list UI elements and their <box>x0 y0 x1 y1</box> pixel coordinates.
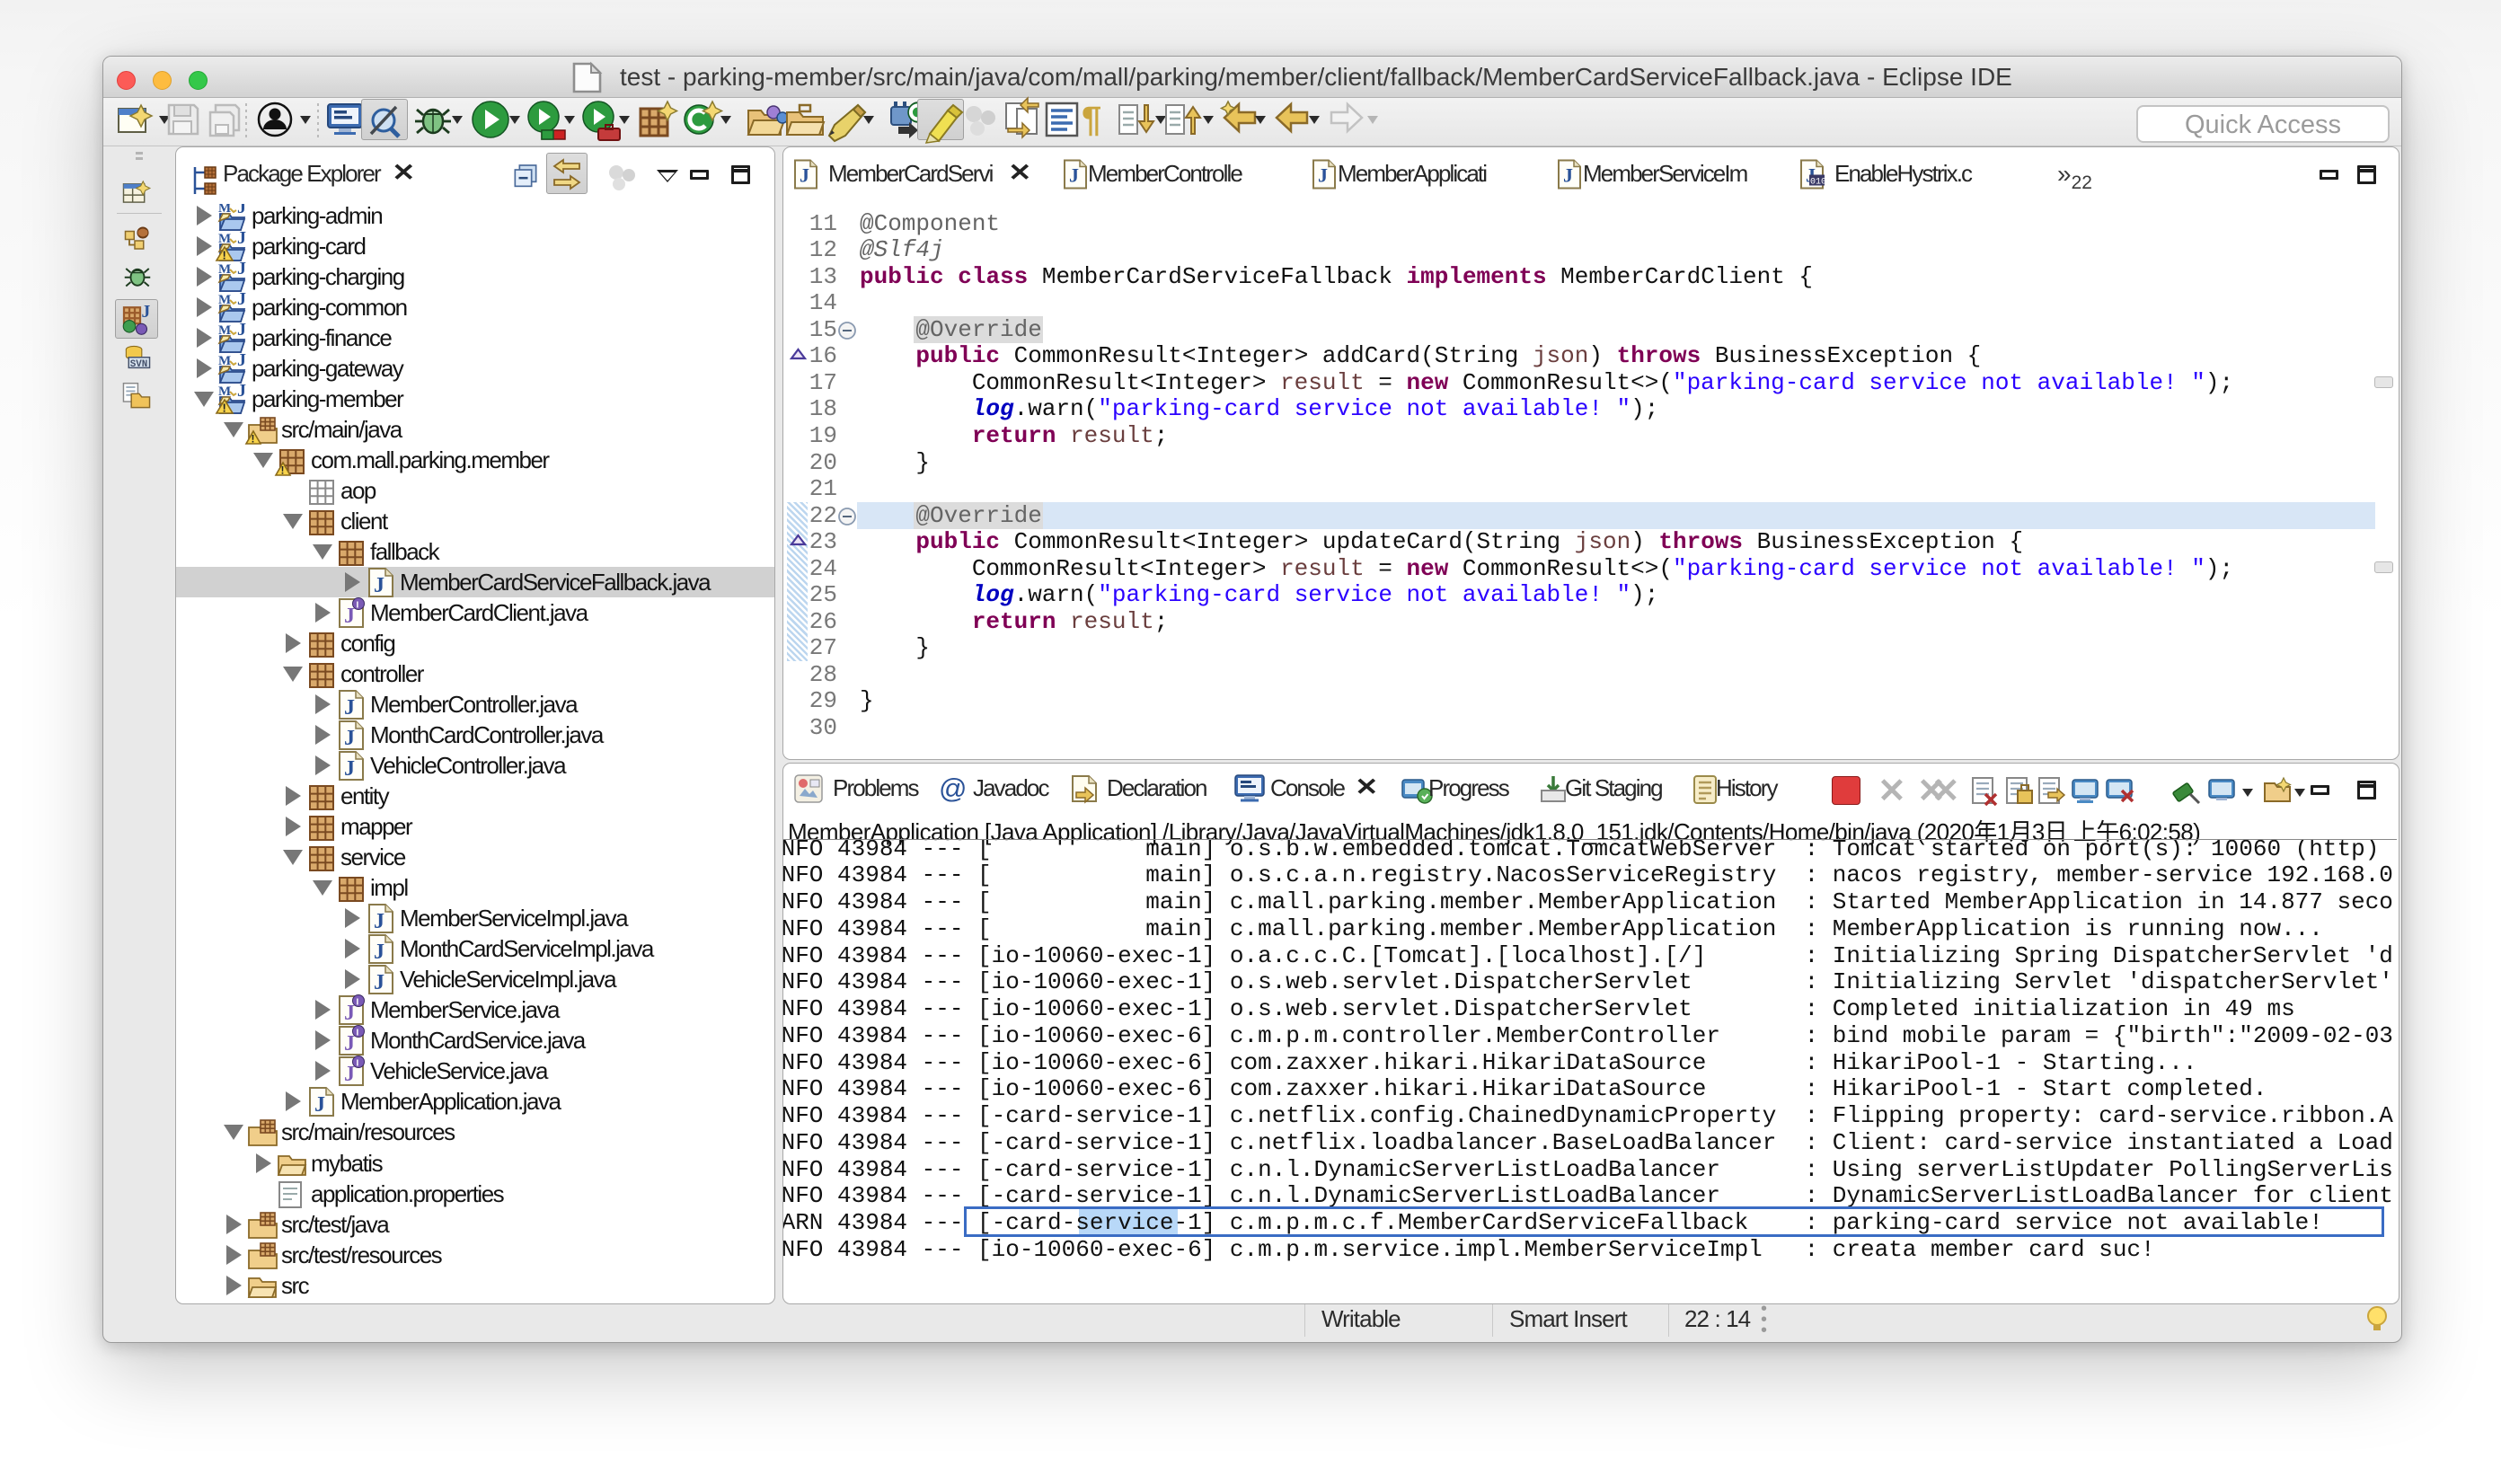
svg-text:J: J <box>314 1093 325 1117</box>
svg-text:J: J <box>344 1032 355 1056</box>
svg-text:J: J <box>237 320 246 340</box>
svg-text:J: J <box>237 381 246 401</box>
svg-text:J: J <box>344 1063 355 1086</box>
svg-text:J: J <box>237 204 246 217</box>
svg-text:J: J <box>1069 164 1079 187</box>
svg-text:J: J <box>237 289 246 309</box>
svg-text:J: J <box>344 696 355 720</box>
svg-text:J: J <box>1318 164 1328 187</box>
svg-text:J: J <box>344 757 355 781</box>
svg-text:010: 010 <box>1810 178 1826 188</box>
svg-text:J: J <box>344 605 355 628</box>
svg-text:J: J <box>237 259 246 278</box>
svg-text:J: J <box>374 910 384 933</box>
svg-text:J: J <box>237 350 246 370</box>
svg-text:SVN: SVN <box>130 359 148 370</box>
svg-text:J: J <box>344 727 355 750</box>
svg-text:J: J <box>142 303 151 322</box>
svg-text:J: J <box>800 164 809 187</box>
svg-text:J: J <box>237 228 246 248</box>
svg-text:J: J <box>374 941 384 964</box>
svg-text:J: J <box>344 1002 355 1025</box>
svg-text:J: J <box>1563 164 1573 187</box>
svg-text:J: J <box>374 574 384 597</box>
svg-text:J: J <box>374 971 384 994</box>
